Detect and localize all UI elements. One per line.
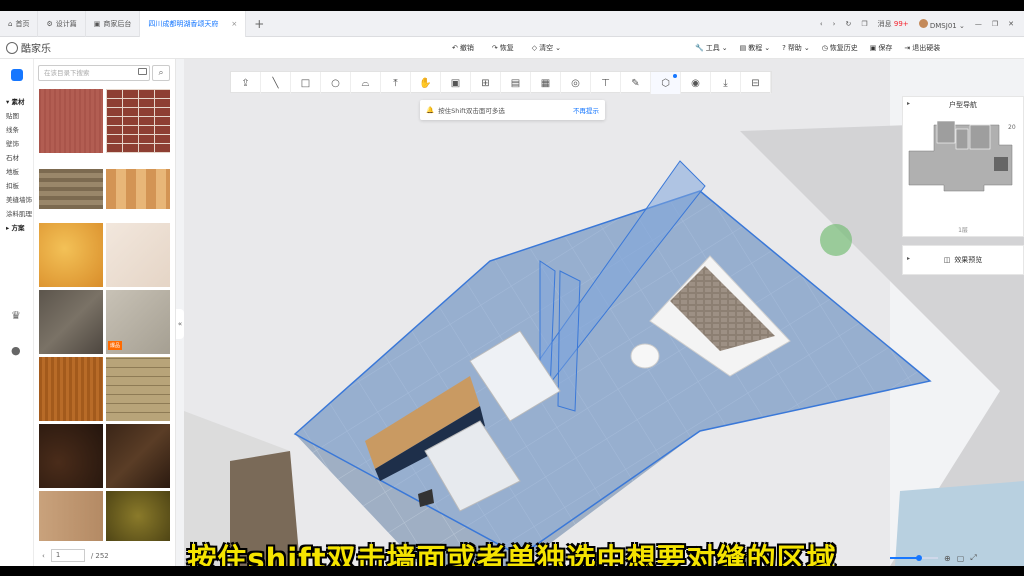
seam-tool[interactable]: ⬡	[651, 72, 681, 94]
3d-viewport[interactable]	[0, 11, 1024, 566]
circle-tool[interactable]: ○	[321, 72, 351, 94]
panel-tool[interactable]: ▤	[501, 72, 531, 94]
rectangle-icon: □	[300, 77, 311, 89]
preview-label: 效果预览	[954, 256, 983, 264]
expand-icon[interactable]: ▸	[907, 100, 910, 107]
material-icon: ◎	[571, 77, 580, 89]
expand-icon: ▸	[907, 255, 911, 262]
active-dot	[673, 74, 677, 78]
cursor-indicator	[820, 224, 852, 256]
toilet[interactable]	[630, 343, 660, 369]
frame-icon: ▣	[450, 77, 461, 89]
brush-tool[interactable]: ✎	[621, 72, 651, 94]
upload-icon: ⇪	[241, 77, 250, 89]
line-icon: ╲	[272, 77, 279, 89]
map-icon: ⊟	[751, 77, 760, 89]
app-window: ⌂ 首页 ⚙ 设计篇 ▣ 商家后台 四川成都明湖香颂天府 × + ‹ › ↻ ❐ 消息 …	[0, 11, 1024, 566]
arc-tool[interactable]: ⌓	[351, 72, 381, 94]
download-tool[interactable]: ⤓	[711, 72, 741, 94]
dismiss-hint-link[interactable]: 不再提示	[573, 105, 599, 115]
line-tool[interactable]: ╲	[261, 72, 291, 94]
hint-text: 按住Shift双击面可多选	[438, 107, 505, 115]
hint-toast: 🔔 按住Shift双击面可多选 不再提示	[420, 100, 605, 120]
align-tool[interactable]: ⊤	[591, 72, 621, 94]
extrude-icon: ⤒	[393, 77, 398, 89]
baseboard-tool[interactable]: ⊞	[471, 72, 501, 94]
align-icon: ⊤	[601, 77, 610, 89]
upload-tool[interactable]: ⇪	[231, 72, 261, 94]
tools-toolbar: ⇪ ╲ □ ○ ⌓ ⤒ ✋ ▣ ⊞ ▤ ▦ ◎ ⊤ ✎ ⬡ ◉ ⤓ ⊟	[230, 71, 772, 94]
bell-icon: 🔔	[426, 106, 435, 114]
extrude-tool[interactable]: ⤒	[381, 72, 411, 94]
floorplan-title: 户型导航	[949, 101, 977, 109]
grid-icon: ▦	[540, 77, 551, 89]
arc-icon: ⌓	[361, 77, 370, 89]
cube-icon: ⬡	[661, 77, 670, 89]
brush-icon: ✎	[631, 77, 640, 89]
floor-label: 1层	[958, 227, 968, 234]
hand-tool[interactable]: ✋	[411, 72, 441, 94]
circle-icon: ○	[331, 77, 340, 89]
room-label: 20	[1008, 124, 1016, 131]
rect-tool[interactable]: □	[291, 72, 321, 94]
grid-tool[interactable]: ▦	[531, 72, 561, 94]
eye-icon: ◉	[691, 77, 700, 89]
preview-button[interactable]: ▸ ◫ 效果预览	[902, 245, 1024, 275]
frame-tool[interactable]: ▣	[441, 72, 471, 94]
material-tool[interactable]: ◎	[561, 72, 591, 94]
floorplan-minimap[interactable]: 20	[904, 115, 1024, 195]
hand-icon: ✋	[419, 77, 432, 89]
map-tool[interactable]: ⊟	[741, 72, 771, 94]
camera-icon: ◫	[943, 256, 951, 264]
floorplan-nav: ▸ 户型导航 20 1层	[902, 96, 1024, 237]
baseboard-icon: ⊞	[481, 77, 490, 89]
download-icon: ⤓	[723, 77, 728, 89]
view-tool[interactable]: ◉	[681, 72, 711, 94]
video-subtitle: 按住shift双击墙面或者单独选中想要对缝的区域	[187, 542, 837, 566]
panel-icon: ▤	[510, 77, 521, 89]
